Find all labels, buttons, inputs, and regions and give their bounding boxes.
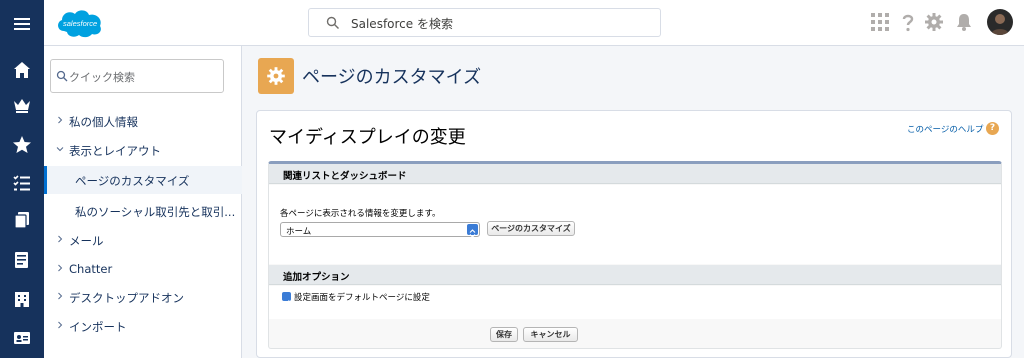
global-search[interactable]: Salesforce を検索 [308,8,661,37]
section-body-related-lists: 各ページに表示される情報を変更します。 ホーム ページのカスタマイズ [269,185,1001,264]
home-icon[interactable] [0,52,44,88]
setup-gear-icon [258,58,294,94]
sidebar-item-email[interactable]: メール [44,226,242,254]
task-list-icon[interactable] [0,165,44,201]
files-icon[interactable] [0,202,44,238]
search-icon [56,70,68,82]
form-icon[interactable] [0,242,44,278]
contact-card-icon[interactable] [0,320,44,356]
global-header: salesforce Salesforce を検索 [44,0,1024,46]
sidebar-item-customize-pages[interactable]: ページのカスタマイズ [44,166,242,194]
sidebar-item-chatter[interactable]: Chatter [44,255,242,283]
notification-bell-icon[interactable] [954,12,974,32]
star-icon[interactable] [0,127,44,163]
search-icon [326,16,339,29]
quick-find-input[interactable]: クイック検索 [50,59,224,93]
app-rail [0,0,44,358]
help-badge-icon[interactable]: ? [986,122,999,135]
section-description: 各ページに表示される情報を変更します。 [280,209,441,219]
chevron-down-icon [56,147,64,152]
default-page-checkbox[interactable] [282,292,291,306]
default-page-checkbox-label: 設定画面をデフォルトページに設定 [294,293,430,303]
help-icon[interactable] [898,12,918,32]
salesforce-logo[interactable]: salesforce [54,5,106,41]
menu-icon[interactable] [0,6,44,42]
sidebar-item-desktop-addons[interactable]: デスクトップアドオン [44,283,242,311]
gear-icon[interactable] [924,12,944,32]
chevron-right-icon [58,292,63,300]
section-title: 関連リストとダッシュボード [283,171,407,182]
settings-panel: 関連リストとダッシュボード 各ページに表示される情報を変更します。 ホーム ペー… [268,161,1002,349]
chevron-right-icon [58,116,63,124]
sidebar-item-label: インポート [69,320,127,334]
checkmark-icon [283,300,290,306]
chevron-right-icon [58,235,63,243]
sidebar-item-display-layout[interactable]: 表示とレイアウト [44,136,242,164]
sidebar-item-label: 私のソーシャル取引先と取引... [75,205,236,219]
sidebar-item-label: デスクトップアドオン [69,291,184,305]
customize-page-button[interactable]: ページのカスタマイズ [487,221,575,236]
quick-find-placeholder: クイック検索 [69,71,135,84]
chevron-right-icon [58,264,63,272]
logo-text: salesforce [63,19,97,28]
chevron-right-icon [58,321,63,329]
sidebar-item-label: メール [69,234,104,248]
sidebar-item-label: 表示とレイアウト [69,144,161,158]
building-icon[interactable] [0,281,44,317]
section-title: 追加オプション [283,272,350,283]
sidebar-item-label: 私の個人情報 [69,115,138,129]
sidebar-item-label: Chatter [69,262,113,276]
cancel-button[interactable]: キャンセル [523,327,578,342]
section-header-additional-options: 追加オプション [269,265,1001,285]
select-arrow-icon [467,224,478,238]
card-title: マイディスプレイの変更 [269,127,466,148]
user-avatar[interactable] [987,9,1013,35]
sidebar-item-personal-info[interactable]: 私の個人情報 [44,107,242,135]
crown-icon[interactable] [0,88,44,124]
sidebar-item-label: ページのカスタマイズ [75,174,190,188]
page-title: ページのカスタマイズ [302,67,482,88]
sidebar-item-social-accounts[interactable]: 私のソーシャル取引先と取引... [44,197,242,225]
main-card: マイディスプレイの変更 このページのヘルプ ? 関連リストとダッシュボード 各ペ… [256,110,1012,358]
page-select[interactable]: ホーム [280,222,480,238]
page-select-value: ホーム [286,227,312,237]
save-button[interactable]: 保存 [490,327,518,342]
app-launcher-icon[interactable] [870,12,890,32]
sidebar-item-import[interactable]: インポート [44,312,242,340]
setup-sidebar: クイック検索 私の個人情報 表示とレイアウト ページのカスタマイズ 私のソーシャ… [44,46,242,358]
section-header-related-lists: 関連リストとダッシュボード [269,164,1001,184]
help-link[interactable]: このページのヘルプ [907,123,983,135]
search-input[interactable]: Salesforce を検索 [351,15,453,32]
